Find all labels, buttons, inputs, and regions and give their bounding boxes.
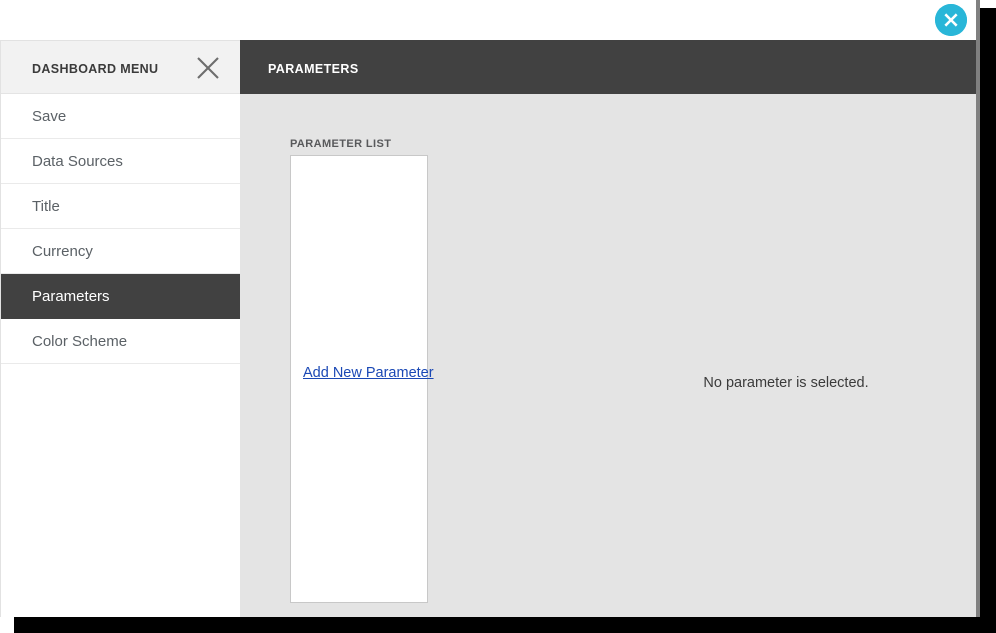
dashboard-settings-window: DASHBOARD MENU Save Data Sources Title C… — [0, 0, 996, 633]
parameter-list-label: PARAMETER LIST — [290, 138, 392, 150]
sidebar-item-label: Title — [32, 198, 60, 215]
window-frame-edge-right — [976, 0, 980, 617]
sidebar-item-data-sources[interactable]: Data Sources — [1, 139, 240, 184]
window-shadow-right — [980, 8, 996, 633]
sidebar-item-label: Color Scheme — [32, 333, 128, 350]
panel-header: PARAMETERS — [240, 40, 976, 94]
sidebar-item-label: Data Sources — [32, 153, 123, 170]
window-shadow-bottom — [14, 617, 996, 633]
dashboard-menu-list: Save Data Sources Title Currency Paramet… — [1, 94, 240, 364]
panel-body: PARAMETER LIST Add New Parameter No para… — [240, 94, 976, 617]
parameter-list-box[interactable]: Add New Parameter — [290, 155, 434, 603]
add-new-parameter-link[interactable]: Add New Parameter — [303, 365, 434, 381]
close-x-icon[interactable] — [195, 55, 221, 81]
sidebar-item-label: Parameters — [32, 288, 110, 305]
sidebar-title: DASHBOARD MENU — [32, 62, 159, 76]
sidebar-item-save[interactable]: Save — [1, 94, 240, 139]
sidebar-header: DASHBOARD MENU — [1, 41, 240, 94]
sidebar-item-label: Save — [32, 108, 67, 125]
dashboard-menu-sidebar: DASHBOARD MENU Save Data Sources Title C… — [0, 40, 240, 617]
sidebar-item-color-scheme[interactable]: Color Scheme — [1, 319, 240, 364]
close-circle-icon[interactable] — [935, 4, 967, 36]
sidebar-item-label: Currency — [32, 243, 93, 260]
sidebar-item-title[interactable]: Title — [1, 184, 240, 229]
parameters-panel: PARAMETERS PARAMETER LIST Add New Parame… — [240, 40, 976, 617]
empty-state-message: No parameter is selected. — [703, 375, 869, 391]
sidebar-item-currency[interactable]: Currency — [1, 229, 240, 274]
page-title: PARAMETERS — [268, 62, 359, 76]
sidebar-item-parameters[interactable]: Parameters — [1, 274, 240, 319]
